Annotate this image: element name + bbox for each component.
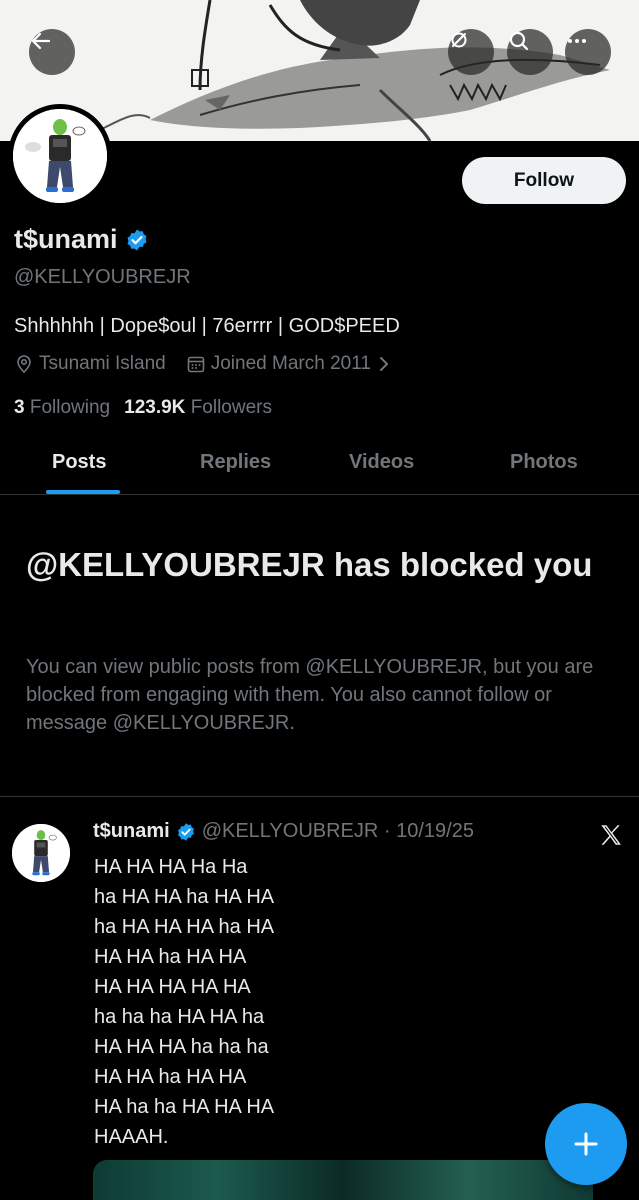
post-author[interactable]: t$unami <box>93 820 170 843</box>
post-header: t$unami @KELLYOUBREJR · 10/19/25 <box>93 820 474 843</box>
verified-badge-icon[interactable] <box>125 228 149 252</box>
post-line: ha HA HA HA ha HA <box>94 916 275 938</box>
profile-meta: Tsunami Island Joined March 2011 <box>14 353 391 375</box>
profile-location: Tsunami Island <box>14 353 166 375</box>
link-button[interactable] <box>448 29 494 75</box>
link-icon <box>451 32 467 48</box>
follow-button[interactable]: Follow <box>462 157 626 204</box>
active-tab-indicator <box>46 490 120 494</box>
more-icon <box>568 39 586 43</box>
plus-icon <box>574 1132 598 1156</box>
post-avatar[interactable] <box>12 824 70 882</box>
profile-counts: 3 Following 123.9K Followers <box>14 397 272 419</box>
tab-posts[interactable]: Posts <box>52 451 106 474</box>
joined-text: Joined March 2011 <box>210 353 371 374</box>
calendar-icon <box>187 356 205 373</box>
profile-avatar[interactable] <box>8 104 112 208</box>
post-line: HA HA HA Ha Ha <box>94 856 248 878</box>
post-line: HA HA ha HA HA <box>94 946 247 968</box>
followers-count: 123.9K <box>124 397 186 418</box>
blocked-title: @KELLYOUBREJR has blocked you <box>26 546 593 583</box>
post-line: HA HA HA HA HA <box>94 976 251 998</box>
post-line: HA HA ha HA HA <box>94 1066 247 1088</box>
profile-handle: @KELLYOUBREJR <box>14 266 191 288</box>
chevron-right-icon[interactable] <box>377 354 391 374</box>
compose-button[interactable] <box>545 1103 627 1185</box>
location-text: Tsunami Island <box>39 353 166 374</box>
divider <box>0 796 639 797</box>
post-body: HA HA HA Ha Ha ha HA HA ha HA HA ha HA H… <box>94 852 274 1152</box>
following-link[interactable]: 3 Following <box>14 397 110 419</box>
search-icon <box>509 31 529 51</box>
location-pin-icon <box>17 355 31 374</box>
search-button[interactable] <box>507 29 553 75</box>
post-handle-date[interactable]: @KELLYOUBREJR · 10/19/25 <box>202 820 474 843</box>
profile-bio: Shhhhhh | Dope$oul | 76errrr | GOD$PEED <box>14 315 400 337</box>
post-line: HA HA HA ha ha ha <box>94 1036 269 1058</box>
followers-link[interactable]: 123.9K Followers <box>124 397 272 419</box>
verified-badge-icon <box>177 822 194 841</box>
following-count: 3 <box>14 397 25 418</box>
profile-name: t$unami <box>14 224 149 255</box>
post-line: ha ha ha HA HA ha <box>94 1006 265 1028</box>
avatar-image <box>13 109 107 203</box>
post-line: ha HA HA ha HA HA <box>94 886 275 908</box>
post-line: HA ha ha HA HA HA <box>94 1096 275 1118</box>
tab-photos[interactable]: Photos <box>510 451 578 474</box>
profile-joined[interactable]: Joined March 2011 <box>186 353 371 375</box>
display-name: t$unami <box>14 224 118 254</box>
more-button[interactable] <box>565 29 611 75</box>
profile-tabs: Posts Replies Videos Photos <box>0 440 639 495</box>
blocked-description: You can view public posts from @KELLYOUB… <box>26 656 594 734</box>
followers-label: Followers <box>190 397 272 418</box>
tab-videos[interactable]: Videos <box>349 451 414 474</box>
post-line: HAAAH. <box>94 1126 169 1148</box>
following-label: Following <box>29 397 111 418</box>
back-arrow-icon <box>31 32 51 50</box>
x-logo-icon[interactable] <box>598 822 624 848</box>
post-media[interactable] <box>93 1160 593 1200</box>
back-button[interactable] <box>29 29 75 75</box>
tab-replies[interactable]: Replies <box>200 451 271 474</box>
